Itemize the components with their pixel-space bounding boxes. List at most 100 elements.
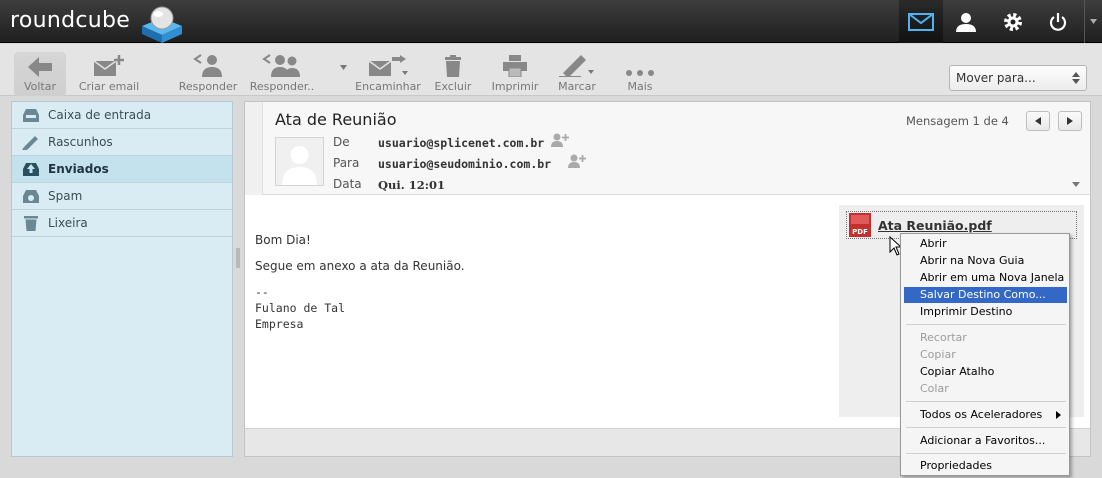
folder-inbox[interactable]: Caixa de entrada (12, 102, 232, 129)
previous-message-button[interactable] (1026, 111, 1050, 131)
menu-separator (906, 427, 1066, 428)
more-label: Mais (627, 80, 653, 93)
reply-all-label: Responder.. (249, 80, 315, 93)
next-message-button[interactable] (1058, 111, 1082, 131)
inbox-icon (23, 109, 39, 122)
message-subject: Ata de Reunião (275, 110, 397, 129)
menu-separator (906, 401, 1066, 402)
reply-options-dropdown[interactable] (336, 44, 350, 96)
folder-list: Caixa de entrada Rascunhos Enviados Spam… (11, 101, 233, 457)
power-icon (1049, 12, 1067, 31)
menu-item-label: Todos os Aceleradores (920, 408, 1043, 421)
menu-item-open[interactable]: Abrir (904, 236, 1067, 252)
mail-nav-button[interactable] (899, 0, 943, 43)
spam-icon (23, 190, 39, 203)
print-button[interactable]: Imprimir (488, 44, 542, 96)
body-greeting: Bom Dia! (255, 233, 311, 247)
arrow-left-icon (28, 57, 52, 77)
menu-separator (906, 324, 1066, 325)
submenu-arrow-icon (1056, 411, 1061, 419)
reply-icon (193, 54, 222, 77)
menu-item-properties[interactable]: Propriedades (904, 458, 1067, 474)
pencil-icon (22, 136, 38, 150)
logo-text: roundcube (10, 8, 131, 33)
mail-icon (908, 12, 934, 31)
menu-item-open-new-window[interactable]: Abrir em uma Nova Janela (904, 270, 1067, 286)
folder-spam[interactable]: Spam (12, 183, 232, 210)
folder-label: Caixa de entrada (48, 108, 152, 122)
triangle-left-icon (1035, 117, 1041, 125)
menu-item-print-target[interactable]: Imprimir Destino (904, 304, 1067, 320)
menu-item-add-favorites[interactable]: Adicionar a Favoritos... (904, 433, 1067, 449)
add-contact-icon[interactable] (551, 133, 569, 147)
folder-sent[interactable]: Enviados (12, 156, 232, 183)
folder-trash[interactable]: Lixeira (12, 210, 232, 237)
from-address[interactable]: usuario@splicenet.com.br (378, 136, 544, 150)
delete-button[interactable]: Excluir (430, 44, 476, 96)
user-silhouette-icon (282, 146, 317, 185)
folder-label: Rascunhos (48, 135, 113, 149)
menu-item-save-target-as[interactable]: Salvar Destino Como... (904, 287, 1067, 303)
gear-icon (1004, 12, 1022, 31)
user-icon (956, 12, 976, 32)
print-label: Imprimir (491, 80, 539, 93)
trash-icon (445, 55, 461, 77)
compose-mail-icon (93, 55, 124, 76)
to-address[interactable]: usuario@seudominio.com.br (378, 157, 551, 171)
move-to-select[interactable]: Mover para... (949, 65, 1087, 91)
reply-button[interactable]: Responder (176, 44, 240, 96)
top-header: roundcube (0, 0, 1102, 43)
compose-label: Criar email (78, 80, 140, 93)
menu-separator (906, 453, 1066, 454)
forward-icon (368, 55, 408, 76)
from-label: De (333, 135, 350, 149)
more-button[interactable]: Mais (618, 44, 662, 96)
back-label: Voltar (23, 80, 57, 93)
reply-all-icon (262, 54, 300, 77)
folder-label: Enviados (48, 162, 109, 176)
move-to-value: Mover para... (956, 71, 1036, 85)
message-counter: Mensagem 1 de 4 (906, 114, 1009, 128)
forward-button[interactable]: Encaminhar (352, 44, 424, 96)
more-nav-caret[interactable] (1084, 0, 1102, 43)
attachment-name[interactable]: Ata Reunião.pdf (878, 218, 992, 233)
reply-all-button[interactable]: Responder.. (246, 44, 318, 96)
settings-nav-button[interactable] (991, 0, 1035, 43)
body-line: Segue em anexo a ata da Reunião. (255, 259, 465, 273)
menu-item-copy: Copiar (920, 348, 956, 361)
mark-button[interactable]: Marcar (554, 44, 600, 96)
contact-photo (275, 137, 324, 186)
pdf-icon-text: PDF (852, 228, 868, 236)
reply-label: Responder (178, 80, 238, 93)
pdf-file-icon: PDF (849, 213, 871, 237)
context-menu: Abrir Abrir na Nova Guia Abrir em uma No… (900, 233, 1070, 476)
folder-drafts[interactable]: Rascunhos (12, 129, 232, 156)
pencil-icon (559, 55, 594, 77)
logout-nav-button[interactable] (1036, 0, 1080, 43)
panel-splitter-handle[interactable] (236, 248, 240, 268)
add-contact-icon[interactable] (568, 154, 586, 168)
delete-label: Excluir (434, 80, 472, 93)
message-body: Bom Dia! Segue em anexo a ata da Reunião… (255, 232, 465, 332)
more-dots-icon (626, 70, 654, 76)
chevron-down-icon (339, 64, 347, 70)
menu-item-open-new-tab[interactable]: Abrir na Nova Guia (904, 253, 1067, 269)
date-label: Data (333, 177, 362, 191)
sent-icon (23, 163, 39, 176)
menu-item-copy-shortcut[interactable]: Copiar Atalho (904, 364, 1067, 380)
back-button[interactable]: Voltar (14, 52, 66, 96)
contacts-nav-button[interactable] (944, 0, 988, 43)
body-signature: -- Fulano de Tal Empresa (255, 285, 346, 331)
to-label: Para (333, 156, 360, 170)
chevron-down-icon[interactable] (1071, 180, 1081, 188)
folder-label: Spam (48, 189, 83, 203)
folder-label: Lixeira (48, 216, 88, 230)
menu-item-all-accelerators[interactable]: Todos os Aceleradores (904, 407, 1067, 423)
triangle-right-icon (1067, 117, 1073, 125)
forward-label: Encaminhar (355, 80, 421, 93)
compose-button[interactable]: Criar email (74, 44, 144, 96)
logo-cube-icon (142, 6, 182, 43)
menu-item-paste: Colar (920, 382, 949, 395)
mark-label: Marcar (558, 80, 596, 93)
chevron-down-icon (1090, 19, 1097, 24)
